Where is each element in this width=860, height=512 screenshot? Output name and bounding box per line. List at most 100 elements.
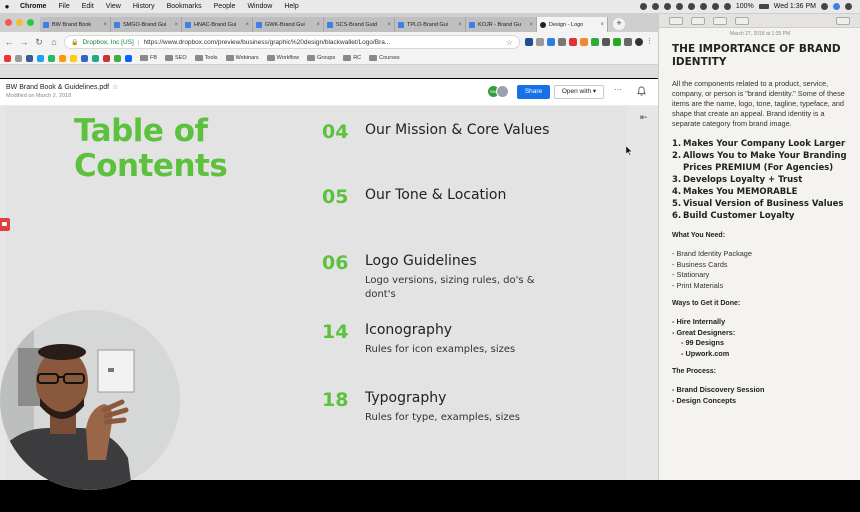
- home-icon[interactable]: ⌂: [49, 37, 59, 47]
- back-icon[interactable]: ←: [4, 37, 14, 47]
- delete-note-button[interactable]: [669, 16, 683, 25]
- browser-tab[interactable]: BW Brand Book ×: [40, 17, 111, 32]
- status-icon[interactable]: [687, 3, 695, 10]
- user-icon[interactable]: [833, 3, 840, 10]
- extension-icon[interactable]: [569, 38, 577, 46]
- bookmark-star-icon[interactable]: ☆: [506, 38, 513, 47]
- extension-icon[interactable]: [536, 38, 544, 46]
- menu-bookmarks[interactable]: Bookmarks: [161, 3, 208, 10]
- close-tab-icon[interactable]: ×: [600, 22, 604, 28]
- reload-icon[interactable]: ↻: [34, 37, 44, 48]
- recording-tab[interactable]: [0, 218, 10, 231]
- menu-window[interactable]: Window: [241, 3, 278, 10]
- bookmark-folder-webinars[interactable]: Webinars: [225, 55, 259, 61]
- collapse-sidebar-icon[interactable]: ⇤: [640, 112, 648, 123]
- extension-icon[interactable]: [525, 38, 533, 46]
- browser-tab[interactable]: TPLO-Brand Gui ×: [395, 17, 466, 32]
- browser-tab[interactable]: SCS-Brand Guid ×: [324, 17, 395, 32]
- extension-icon[interactable]: [591, 38, 599, 46]
- browser-tab-active[interactable]: Design - Logo ×: [537, 17, 608, 32]
- share-button[interactable]: Share: [517, 85, 550, 99]
- bookmark-icon[interactable]: [15, 54, 22, 62]
- browser-tab[interactable]: SMGO-Brand Gui ×: [111, 17, 182, 32]
- close-tab-icon[interactable]: ×: [245, 22, 249, 28]
- clock[interactable]: Wed 1:36 PM: [774, 3, 816, 10]
- bookmark-icon[interactable]: [59, 54, 66, 62]
- close-window-button[interactable]: [5, 19, 12, 26]
- bookmark-folder-courses[interactable]: Courses: [369, 55, 400, 61]
- bookmark-folder-groups[interactable]: Groups: [307, 55, 335, 61]
- menu-file[interactable]: File: [52, 3, 75, 10]
- bookmark-folder-seo[interactable]: SEO: [165, 55, 187, 61]
- extension-icon[interactable]: [547, 38, 555, 46]
- menu-help[interactable]: Help: [278, 3, 304, 10]
- bookmark-icon[interactable]: [37, 54, 44, 62]
- tab-strip: BW Brand Book × SMGO-Brand Gui × HNAC-Bran…: [0, 14, 658, 32]
- close-tab-icon[interactable]: ×: [103, 22, 107, 28]
- bookmark-icon[interactable]: [125, 54, 132, 62]
- status-icon[interactable]: [699, 3, 707, 10]
- note-content[interactable]: March 27, 2018 at 1:35 PM THE IMPORTANCE…: [659, 28, 860, 406]
- bookmark-folder-fb[interactable]: FB: [140, 55, 157, 61]
- close-tab-icon[interactable]: ×: [529, 22, 533, 28]
- toc-description: Logo versions, sizing rules, do's & dont…: [365, 275, 535, 300]
- extension-icon[interactable]: [602, 38, 610, 46]
- battery-icon[interactable]: [758, 4, 769, 9]
- forward-icon[interactable]: →: [19, 37, 29, 47]
- extension-icon[interactable]: [580, 38, 588, 46]
- browser-tab[interactable]: KOJR - Brand Gu ×: [466, 17, 537, 32]
- zoom-window-button[interactable]: [27, 19, 34, 26]
- status-icon[interactable]: [651, 3, 659, 10]
- close-tab-icon[interactable]: ×: [458, 22, 462, 28]
- volume-icon[interactable]: [723, 3, 731, 10]
- wifi-icon[interactable]: [711, 3, 719, 10]
- status-icon[interactable]: [639, 3, 647, 10]
- bookmark-icon[interactable]: [70, 54, 77, 62]
- document-title[interactable]: BW Brand Book & Guidelines.pdf ☆: [6, 83, 118, 91]
- apple-icon[interactable]: ●: [0, 2, 14, 11]
- menu-view[interactable]: View: [100, 3, 127, 10]
- browser-tab[interactable]: HNAC-Brand Gui ×: [182, 17, 253, 32]
- status-icon[interactable]: [663, 3, 671, 10]
- table-button[interactable]: [836, 16, 850, 25]
- search-icon[interactable]: [821, 3, 828, 10]
- browser-tab[interactable]: GWK-Brand Gui ×: [253, 17, 324, 32]
- bookmark-folder-rc[interactable]: RC: [343, 55, 361, 61]
- battery-percent[interactable]: 100%: [736, 3, 754, 10]
- checklist-button[interactable]: [735, 16, 749, 25]
- minimize-window-button[interactable]: [16, 19, 23, 26]
- address-bar[interactable]: 🔒 Dropbox, Inc [US] | https://www.dropbo…: [64, 35, 520, 49]
- menu-people[interactable]: People: [208, 3, 242, 10]
- close-tab-icon[interactable]: ×: [387, 22, 391, 28]
- close-tab-icon[interactable]: ×: [316, 22, 320, 28]
- menu-history[interactable]: History: [127, 3, 161, 10]
- compose-note-button[interactable]: [691, 16, 705, 25]
- bookmark-icon[interactable]: [92, 54, 99, 62]
- bookmark-icon[interactable]: [114, 54, 121, 62]
- profile-avatar-icon[interactable]: [635, 38, 643, 46]
- bell-icon[interactable]: [637, 86, 646, 96]
- share-note-button[interactable]: [713, 16, 727, 25]
- extension-icon[interactable]: [613, 38, 621, 46]
- more-options-button[interactable]: ···: [614, 85, 622, 94]
- bookmark-folder-tools[interactable]: Tools: [194, 55, 218, 61]
- bookmark-icon[interactable]: [26, 54, 33, 62]
- lock-icon[interactable]: 🔒: [71, 39, 78, 46]
- notification-center-icon[interactable]: [845, 3, 852, 10]
- bookmark-icon[interactable]: [48, 54, 55, 62]
- menu-app[interactable]: Chrome: [14, 3, 52, 10]
- bookmark-icon[interactable]: [103, 54, 110, 62]
- extension-icon[interactable]: [558, 38, 566, 46]
- bookmark-icon[interactable]: [4, 54, 11, 62]
- extension-icon[interactable]: [624, 38, 632, 46]
- menu-edit[interactable]: Edit: [76, 3, 100, 10]
- collaborator-avatars[interactable]: BW: [487, 85, 509, 98]
- new-tab-button[interactable]: +: [613, 18, 625, 30]
- bookmark-icon[interactable]: [81, 54, 88, 62]
- bookmark-folder-workflow[interactable]: Workflow: [266, 55, 299, 61]
- open-with-button[interactable]: Open with ▾: [554, 85, 604, 99]
- close-tab-icon[interactable]: ×: [174, 22, 178, 28]
- chrome-menu-icon[interactable]: ⋮: [646, 38, 654, 46]
- status-icon[interactable]: [675, 3, 683, 10]
- star-icon[interactable]: ☆: [112, 84, 118, 91]
